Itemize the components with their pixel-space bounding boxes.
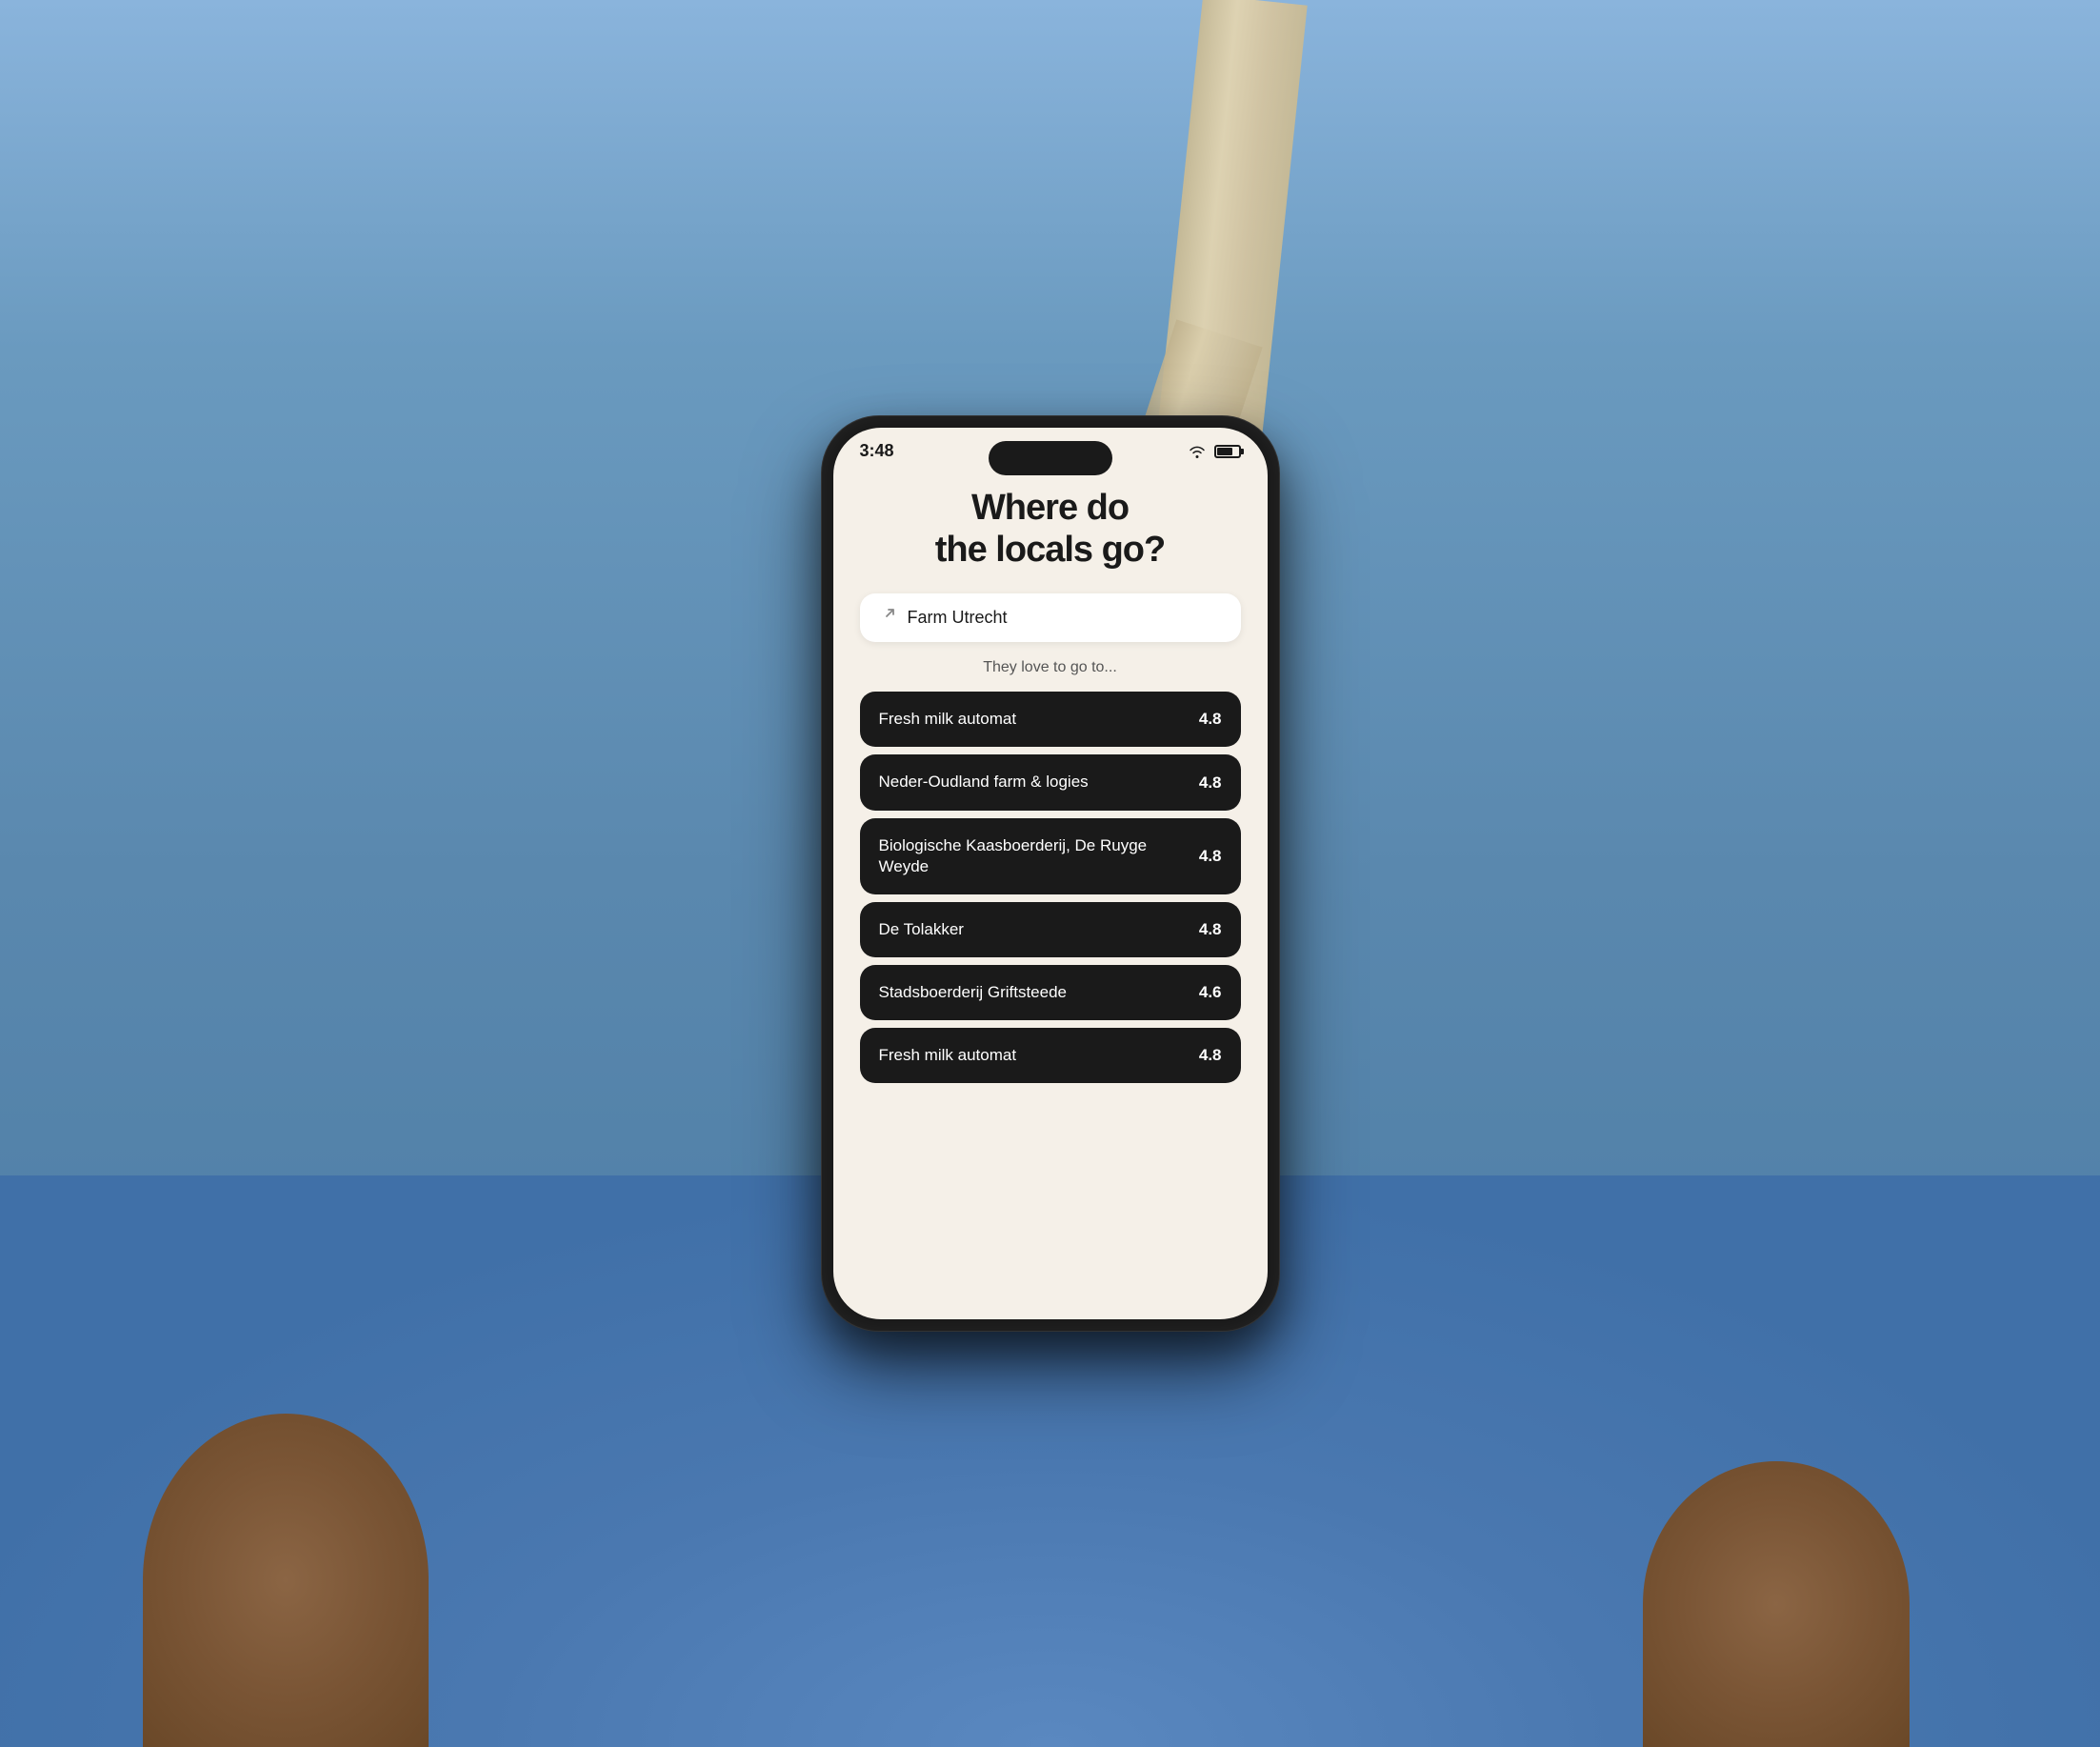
dynamic-island xyxy=(989,441,1112,475)
phone-screen: 3:48 Where do xyxy=(833,428,1268,1319)
place-rating-0: 4.8 xyxy=(1199,710,1222,729)
list-item[interactable]: Fresh milk automat 4.8 xyxy=(860,692,1241,747)
place-rating-3: 4.8 xyxy=(1199,920,1222,939)
phone-outer: 3:48 Where do xyxy=(822,416,1279,1331)
search-bar[interactable]: Farm Utrecht xyxy=(860,593,1241,642)
search-value: Farm Utrecht xyxy=(908,608,1008,628)
place-rating-4: 4.6 xyxy=(1199,983,1222,1002)
place-name-4: Stadsboerderij Griftsteede xyxy=(879,982,1188,1003)
list-item[interactable]: Biologische Kaasboerderij, De Ruyge Weyd… xyxy=(860,818,1241,894)
battery-icon xyxy=(1214,445,1241,458)
subtitle: They love to go to... xyxy=(860,659,1241,676)
title-line1: Where do xyxy=(971,488,1129,528)
place-name-2: Biologische Kaasboerderij, De Ruyge Weyd… xyxy=(879,835,1188,877)
place-rating-1: 4.8 xyxy=(1199,773,1222,793)
place-name-0: Fresh milk automat xyxy=(879,709,1188,730)
status-time: 3:48 xyxy=(860,441,894,461)
hand-right xyxy=(1643,1461,1910,1747)
place-name-3: De Tolakker xyxy=(879,919,1188,940)
place-rating-2: 4.8 xyxy=(1199,847,1222,866)
title-line2: the locals go? xyxy=(935,530,1165,570)
list-item[interactable]: Fresh milk automat 4.8 xyxy=(860,1028,1241,1083)
list-item[interactable]: Neder-Oudland farm & logies 4.8 xyxy=(860,754,1241,810)
list-item[interactable]: De Tolakker 4.8 xyxy=(860,902,1241,957)
hand-left xyxy=(143,1414,429,1747)
location-icon xyxy=(879,607,896,629)
status-icons xyxy=(1188,445,1241,458)
app-content: Where do the locals go? Farm Utrecht The… xyxy=(833,469,1268,1303)
phone: 3:48 Where do xyxy=(822,416,1279,1331)
place-rating-5: 4.8 xyxy=(1199,1046,1222,1065)
list-item[interactable]: Stadsboerderij Griftsteede 4.6 xyxy=(860,965,1241,1020)
wifi-icon xyxy=(1188,445,1207,458)
places-list: Fresh milk automat 4.8 Neder-Oudland far… xyxy=(860,692,1241,1083)
place-name-5: Fresh milk automat xyxy=(879,1045,1188,1066)
app-title: Where do the locals go? xyxy=(860,488,1241,571)
place-name-1: Neder-Oudland farm & logies xyxy=(879,772,1188,793)
